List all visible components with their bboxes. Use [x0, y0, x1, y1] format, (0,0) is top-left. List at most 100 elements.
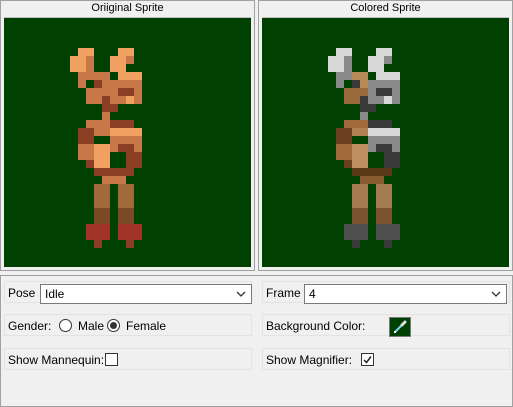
sprite-pixel [118, 72, 142, 80]
sprite-pixel [126, 96, 134, 104]
sprite-pixel [102, 176, 126, 184]
sprite-pixel [368, 120, 392, 128]
sprite-pixel [376, 88, 392, 96]
sprite-pixel [94, 144, 110, 168]
sprite-pixel [126, 240, 134, 248]
sprite-pixel [328, 56, 344, 72]
sprite-pixel [376, 72, 400, 80]
sprite-pixel [118, 48, 134, 56]
sprite-pixel [352, 208, 368, 224]
background-color-button[interactable] [389, 317, 411, 337]
sprite-pixel [344, 224, 368, 240]
sprite-pixel [336, 72, 344, 88]
sprite-pixel [94, 168, 134, 176]
show-mannequin-checkbox[interactable] [105, 353, 118, 366]
chevron-down-icon [491, 291, 501, 297]
show-mannequin-label: Show Mannequin: [8, 353, 105, 367]
sprite-pixel [352, 80, 360, 88]
frame-row: Frame 4 [262, 281, 510, 304]
colored-sprite-title: Colored Sprite [350, 2, 421, 14]
sprite-pixel [118, 208, 134, 224]
sprite-pixel [78, 72, 86, 88]
sprite-pixel [94, 240, 102, 248]
original-sprite-image [70, 48, 142, 248]
sprite-pixel [336, 128, 352, 144]
sprite-pixel [384, 152, 400, 168]
sprite-pixel [384, 96, 392, 104]
sprite-pixel [360, 104, 376, 112]
original-sprite-title: Oriiginal Sprite [91, 2, 164, 14]
background-color-label: Background Color: [266, 319, 366, 333]
sprite-pixel [352, 184, 368, 208]
frame-label: Frame [266, 286, 301, 300]
sprite-pixel [78, 128, 94, 144]
sprite-pixel [344, 120, 368, 128]
frame-dropdown[interactable]: 4 [304, 284, 507, 304]
frame-value: 4 [309, 287, 316, 301]
sprite-pixel [110, 56, 126, 72]
sprite-pixel [110, 120, 134, 128]
sprite-pixel [118, 144, 134, 152]
gender-male-label[interactable]: Male [78, 319, 104, 333]
colored-sprite-canvas [262, 17, 509, 267]
sprite-pixel [78, 48, 94, 56]
controls-panel: Pose Idle Frame 4 Gender: Male Female Ba… [0, 275, 513, 407]
sprite-pixel [336, 144, 352, 160]
sprite-pixel [102, 104, 118, 112]
sprite-pixel [94, 128, 110, 136]
show-magnifier-checkbox[interactable] [361, 353, 374, 366]
sprite-pixel [86, 120, 110, 128]
sprite-pixel [94, 80, 102, 88]
sprite-pixel [384, 56, 392, 64]
sprite-pixel [352, 128, 368, 136]
sprite-pixel [376, 48, 392, 56]
colored-sprite-image [328, 48, 400, 248]
sprite-pixel [94, 208, 110, 224]
background-color-row: Background Color: [262, 314, 510, 337]
pose-value: Idle [45, 287, 65, 301]
sprite-pixel [126, 56, 134, 64]
show-mannequin-row: Show Mannequin: [4, 348, 252, 370]
sprite-pixel [102, 96, 110, 104]
sprite-pixel [102, 112, 110, 120]
sprite-pixel [118, 88, 134, 96]
chevron-down-icon [236, 291, 246, 297]
sprite-pixel [118, 224, 142, 240]
sprite-pixel [126, 152, 142, 168]
gender-label: Gender: [8, 319, 52, 333]
gender-male-radio[interactable] [59, 319, 72, 332]
sprite-pixel [376, 208, 392, 224]
sprite-pixel [360, 96, 368, 104]
show-magnifier-row: Show Magnifier: [262, 348, 510, 370]
gender-female-label[interactable]: Female [126, 319, 166, 333]
show-magnifier-label: Show Magnifier: [266, 353, 353, 367]
original-sprite-panel: Oriiginal Sprite [0, 0, 255, 271]
gender-row: Gender: Male Female [4, 314, 252, 336]
sprite-pixel [368, 56, 384, 72]
sprite-pixel [336, 48, 352, 56]
sprite-pixel [376, 224, 400, 240]
sprite-pixel [360, 112, 368, 120]
pose-row: Pose Idle [4, 281, 252, 304]
pose-dropdown[interactable]: Idle [40, 284, 252, 304]
sprite-pixel [110, 128, 142, 136]
sprite-pixel [376, 184, 392, 208]
original-sprite-canvas [4, 17, 251, 267]
pose-label: Pose [8, 286, 36, 300]
sprite-pixel [352, 168, 392, 176]
sprite-pixel [78, 144, 94, 160]
eyedropper-icon [394, 320, 407, 333]
gender-female-radio[interactable] [107, 319, 120, 332]
sprite-pixel [118, 184, 134, 208]
sprite-pixel [352, 240, 360, 248]
sprite-pixel [70, 56, 86, 72]
sprite-pixel [86, 224, 110, 240]
colored-sprite-panel: Colored Sprite [258, 0, 513, 271]
sprite-pixel [86, 56, 94, 80]
sprite-pixel [94, 184, 110, 208]
checkmark-icon [363, 356, 372, 364]
sprite-pixel [384, 240, 392, 248]
sprite-pixel [368, 128, 400, 136]
sprite-pixel [360, 176, 384, 184]
sprite-pixel [352, 144, 368, 168]
